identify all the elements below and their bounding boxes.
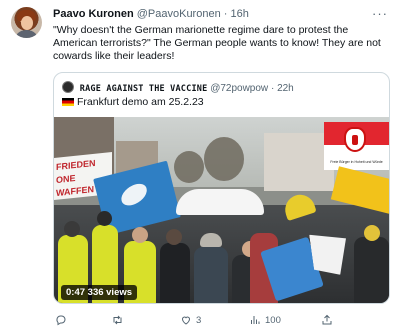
views-button[interactable]: 100 <box>249 313 281 327</box>
dove-icon <box>117 180 151 209</box>
flag-caption: Freie Bürger in Hoheit und Würde <box>330 160 383 164</box>
person-head <box>166 229 182 245</box>
avatar-body <box>14 30 39 38</box>
retweet-button[interactable] <box>111 313 128 327</box>
person-head <box>132 227 148 243</box>
banner-line-3: WAFFEN <box>56 184 94 199</box>
tweet-text: "Why doesn't the German marionette regim… <box>53 24 381 62</box>
avatar[interactable] <box>11 7 42 38</box>
analytics-icon <box>249 314 261 326</box>
white-umbrella <box>176 189 264 215</box>
quoted-separator-dot: · <box>270 83 275 94</box>
views-count: 100 <box>265 314 281 326</box>
person <box>160 243 190 303</box>
separator-dot: · <box>223 8 228 20</box>
person <box>194 247 228 303</box>
like-count: 3 <box>196 314 202 326</box>
germany-flag-icon <box>62 98 74 106</box>
action-bar: 3 100 <box>53 313 388 327</box>
video-views: 336 views <box>87 287 133 298</box>
share-icon <box>321 314 333 326</box>
quoted-author-name[interactable]: RAGE AGAINST THE VACCINE <box>80 84 208 94</box>
tree <box>204 137 244 181</box>
tree <box>174 151 204 183</box>
share-button[interactable] <box>321 313 337 327</box>
tweet-header: Paavo Kuronen @PaavoKuronen · 16h <box>53 8 370 24</box>
avatar-face <box>21 16 33 30</box>
person-hat <box>200 233 222 247</box>
quoted-tweet[interactable]: RAGE AGAINST THE VACCINE @72powpow · 22h… <box>53 72 390 304</box>
quoted-text: Frankfurt demo am 25.2.23 <box>62 96 204 108</box>
protest-banner-text: FRIEDEN ONE WAFFEN <box>56 157 96 200</box>
eagle-emblem-icon <box>344 127 366 152</box>
quoted-tweet-header: RAGE AGAINST THE VACCINE @72powpow · 22h <box>62 81 294 94</box>
quoted-author-handle[interactable]: @72powpow <box>210 83 268 94</box>
quoted-time[interactable]: 22h <box>277 83 294 94</box>
tweet[interactable]: Paavo Kuronen @PaavoKuronen · 16h ··· "W… <box>0 0 400 330</box>
reply-button[interactable] <box>55 313 71 327</box>
tweet-time[interactable]: 16h <box>231 8 249 20</box>
quoted-avatar[interactable] <box>62 81 74 93</box>
heart-icon <box>180 314 192 326</box>
like-button[interactable]: 3 <box>180 313 201 327</box>
red-white-flag: Freie Bürger in Hoheit und Würde <box>324 122 389 170</box>
quoted-text-body: Frankfurt demo am 25.2.23 <box>77 96 204 108</box>
person-head <box>364 225 380 241</box>
person-head <box>64 221 80 237</box>
retweet-icon <box>111 314 124 326</box>
video-player[interactable]: Freie Bürger in Hoheit und Würde FRIEDEN… <box>54 117 389 303</box>
person <box>354 237 389 303</box>
video-info-badge: 0:47 336 views <box>61 285 138 300</box>
author-name[interactable]: Paavo Kuronen <box>53 8 134 20</box>
reply-icon <box>55 314 67 326</box>
more-icon[interactable]: ··· <box>372 6 388 21</box>
video-duration: 0:47 <box>66 287 86 298</box>
person-head <box>97 211 112 226</box>
author-handle[interactable]: @PaavoKuronen <box>137 8 221 20</box>
